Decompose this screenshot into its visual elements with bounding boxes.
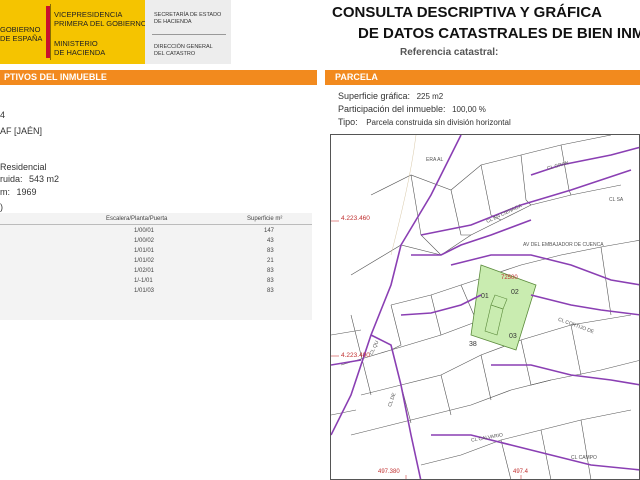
table-header-divider xyxy=(0,224,312,225)
table-row-pos: 1/-1/01 xyxy=(134,278,153,284)
parcel-code: 72500 xyxy=(501,275,518,281)
logo-divider xyxy=(50,4,51,60)
table-row-area: 83 xyxy=(267,288,274,294)
parcel-number: 38 xyxy=(469,341,477,348)
contour-line xyxy=(390,135,417,256)
parcel-number: 03 xyxy=(509,333,517,340)
table-row-pos: 1/00/01 xyxy=(134,228,155,234)
construction-year-row: m: 1969 xyxy=(0,187,37,197)
vice-line-2: PRIMERA DEL GOBIERNO xyxy=(54,18,147,28)
table-row-pos: 1/01/03 xyxy=(134,288,155,294)
street-label: AV DEL EMBAJADOR DE CUENCA xyxy=(523,242,604,248)
property-section-header: PTIVOS DEL INMUEBLE xyxy=(0,70,317,85)
participation-label: Participación del inmueble: xyxy=(338,104,446,114)
table-row-area: 43 xyxy=(267,238,274,244)
construction-year-label: m: xyxy=(0,187,10,197)
construction-year-value: 1969 xyxy=(16,187,37,197)
coord-label-1: 4.223.460 xyxy=(341,215,370,222)
table-row-area: 83 xyxy=(267,278,274,284)
street-label: CL CAMPO xyxy=(571,455,597,461)
table-row-pos: 1/01/02 xyxy=(134,258,155,264)
property-municipality: AF [JAÉN] xyxy=(0,126,43,136)
table-row-pos: 1/01/01 xyxy=(134,248,155,254)
parcel-number: 01 xyxy=(481,293,489,300)
min-line-2: DE HACIENDA xyxy=(54,47,106,57)
dir-line-1: DIRECCIÓN GENERAL xyxy=(154,44,213,50)
secretariat-divider xyxy=(152,34,226,35)
col-stair-header: Escalera/Planta/Puerta xyxy=(106,216,168,222)
property-section-title: PTIVOS DEL INMUEBLE xyxy=(4,72,107,82)
parcel-type-row: Tipo: Parcela construida sin división ho… xyxy=(338,117,511,127)
page-title-line-2: DE DATOS CATASTRALES DE BIEN INMUE xyxy=(358,25,640,42)
gov-line-2: DE ESPAÑA xyxy=(0,33,43,43)
page-title-line-1: CONSULTA DESCRIPTIVA Y GRÁFICA xyxy=(332,4,603,21)
table-row-area: 83 xyxy=(267,248,274,254)
parcel-number: 02 xyxy=(511,289,519,296)
graphic-surface-row: Superficie gráfica: 225 m2 xyxy=(338,91,443,101)
directorate-name: DIRECCIÓN GENERAL DEL CATASTRO xyxy=(154,44,213,57)
property-use: Residencial xyxy=(0,162,47,172)
built-area-value: 543 m2 xyxy=(29,174,60,184)
secretariat-name: SECRETARÍA DE ESTADO DE HACIENDA xyxy=(154,12,221,25)
parcel-type-value: Parcela construida sin división horizont… xyxy=(366,118,511,127)
parcel-type-label: Tipo: xyxy=(338,117,358,127)
table-row-pos: 1/00/02 xyxy=(134,238,155,244)
table-row-area: 147 xyxy=(264,228,275,234)
street-label: CL SA xyxy=(609,197,624,203)
coord-bottom-2: 497.4 xyxy=(513,469,529,475)
government-name: GOBIERNO DE ESPAÑA xyxy=(0,25,43,43)
coord-bottom-1: 497.380 xyxy=(378,469,400,475)
street-label: ERA AL xyxy=(426,157,444,163)
property-line-number: 4 xyxy=(0,110,6,120)
parcel-section-title: PARCELA xyxy=(335,72,378,82)
table-row-pos: 1/02/01 xyxy=(134,268,155,274)
vicepresidency-name: VICEPRESIDENCIA PRIMERA DEL GOBIERNO xyxy=(54,10,147,28)
table-row-area: 83 xyxy=(267,268,274,274)
ministry-name: MINISTERIO DE HACIENDA xyxy=(54,39,106,57)
built-area-row: ruida: 543 m2 xyxy=(0,174,59,184)
cadastral-reference-label: Referencia catastral: xyxy=(400,47,499,58)
graphic-surface-value: 225 m2 xyxy=(416,92,444,101)
coord-label-2: 4.223.400 xyxy=(341,352,370,359)
cadastral-map[interactable]: 4.223.460 4.223.400 497.380 497.4 ERA AL… xyxy=(330,134,640,480)
sec-line-2: DE HACIENDA xyxy=(154,18,192,25)
sec-line-1: SECRETARÍA DE ESTADO xyxy=(154,12,222,18)
participation-value: 100,00 % xyxy=(452,105,486,114)
graphic-surface-label: Superficie gráfica: xyxy=(338,91,411,101)
table-row-area: 21 xyxy=(267,258,274,264)
cadastral-map-drawing xyxy=(331,135,639,479)
participation-row: Participación del inmueble: 100,00 % xyxy=(338,104,486,114)
built-area-label: ruida: xyxy=(0,174,23,184)
col-area-header: Superficie m² xyxy=(247,216,283,222)
dir-line-2: DEL CATASTRO xyxy=(154,50,196,57)
parcel-section-header: PARCELA xyxy=(325,70,640,85)
bracket-mark: ) xyxy=(0,202,3,212)
